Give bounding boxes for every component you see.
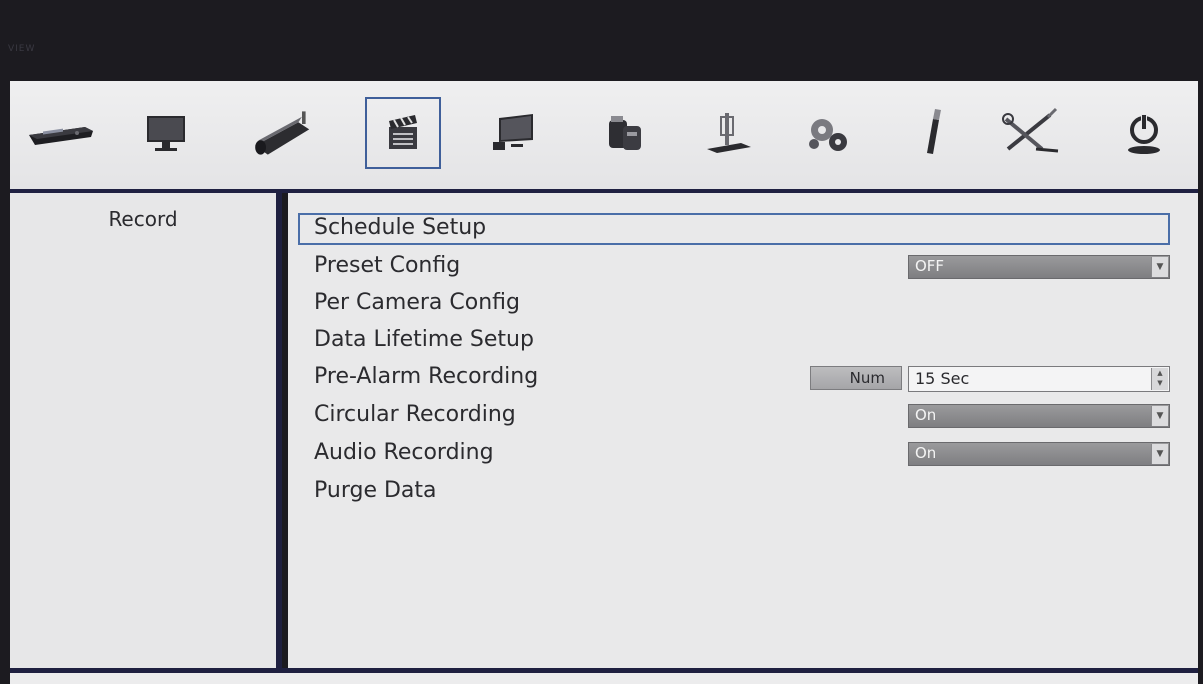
audio-recording-label: Audio Recording: [314, 440, 494, 465]
pre-alarm-spinbox[interactable]: 15 Sec ▲ ▼: [908, 366, 1170, 392]
dvr-screen: VIEW Record Schedule Setup Preset Config…: [0, 0, 1203, 684]
power-icon[interactable]: [1108, 97, 1180, 169]
tools-icon[interactable]: [995, 97, 1067, 169]
circular-recording-value: On: [915, 406, 937, 424]
record-clapperboard-icon[interactable]: [365, 97, 441, 169]
display-icon[interactable]: [480, 97, 552, 169]
audio-recording-row[interactable]: Audio Recording On ▼: [298, 438, 1170, 470]
num-button[interactable]: Num: [810, 366, 902, 390]
category-panel: Record: [10, 193, 282, 669]
usb-icon[interactable]: [895, 97, 967, 169]
audio-recording-value: On: [915, 444, 937, 462]
preset-config-row[interactable]: Preset Config OFF ▼: [298, 251, 1170, 283]
settings-panel: Schedule Setup Preset Config OFF ▼ Per C…: [288, 193, 1198, 669]
circular-recording-dropdown[interactable]: On ▼: [908, 404, 1170, 428]
pre-alarm-value: 15 Sec: [915, 369, 970, 388]
pre-alarm-recording-label: Pre-Alarm Recording: [314, 364, 539, 389]
audio-recording-dropdown[interactable]: On ▼: [908, 442, 1170, 466]
storage-icon[interactable]: [588, 97, 660, 169]
per-camera-config-label: Per Camera Config: [314, 290, 520, 315]
spin-arrows-icon[interactable]: ▲ ▼: [1151, 368, 1168, 390]
network-icon[interactable]: [693, 97, 765, 169]
circular-recording-label: Circular Recording: [314, 402, 516, 427]
monitor-icon[interactable]: [130, 97, 202, 169]
per-camera-config-item[interactable]: Per Camera Config: [298, 288, 1170, 320]
purge-data-label: Purge Data: [314, 478, 437, 503]
preset-config-value: OFF: [915, 257, 945, 275]
schedule-setup-item[interactable]: Schedule Setup: [298, 213, 1170, 245]
chevron-down-icon[interactable]: ▼: [1151, 406, 1168, 426]
brand-logo: VIEW: [8, 44, 36, 54]
data-lifetime-setup-item[interactable]: Data Lifetime Setup: [298, 325, 1170, 357]
pre-alarm-recording-row[interactable]: Pre-Alarm Recording Num 15 Sec ▲ ▼: [298, 362, 1170, 394]
preset-config-label: Preset Config: [314, 253, 461, 278]
category-title[interactable]: Record: [10, 207, 276, 231]
schedule-setup-label: Schedule Setup: [314, 215, 487, 240]
preset-config-dropdown[interactable]: OFF ▼: [908, 255, 1170, 279]
camera-icon[interactable]: [248, 97, 320, 169]
dvr-device-icon[interactable]: [24, 97, 96, 169]
main-toolbar: [10, 81, 1198, 193]
chevron-down-icon[interactable]: ▼: [1151, 257, 1168, 277]
chevron-down-icon[interactable]: ▼: [1151, 444, 1168, 464]
circular-recording-row[interactable]: Circular Recording On ▼: [298, 400, 1170, 432]
gears-icon[interactable]: [792, 97, 864, 169]
data-lifetime-setup-label: Data Lifetime Setup: [314, 327, 534, 352]
purge-data-item[interactable]: Purge Data: [298, 476, 1170, 508]
status-strip: [10, 673, 1198, 684]
